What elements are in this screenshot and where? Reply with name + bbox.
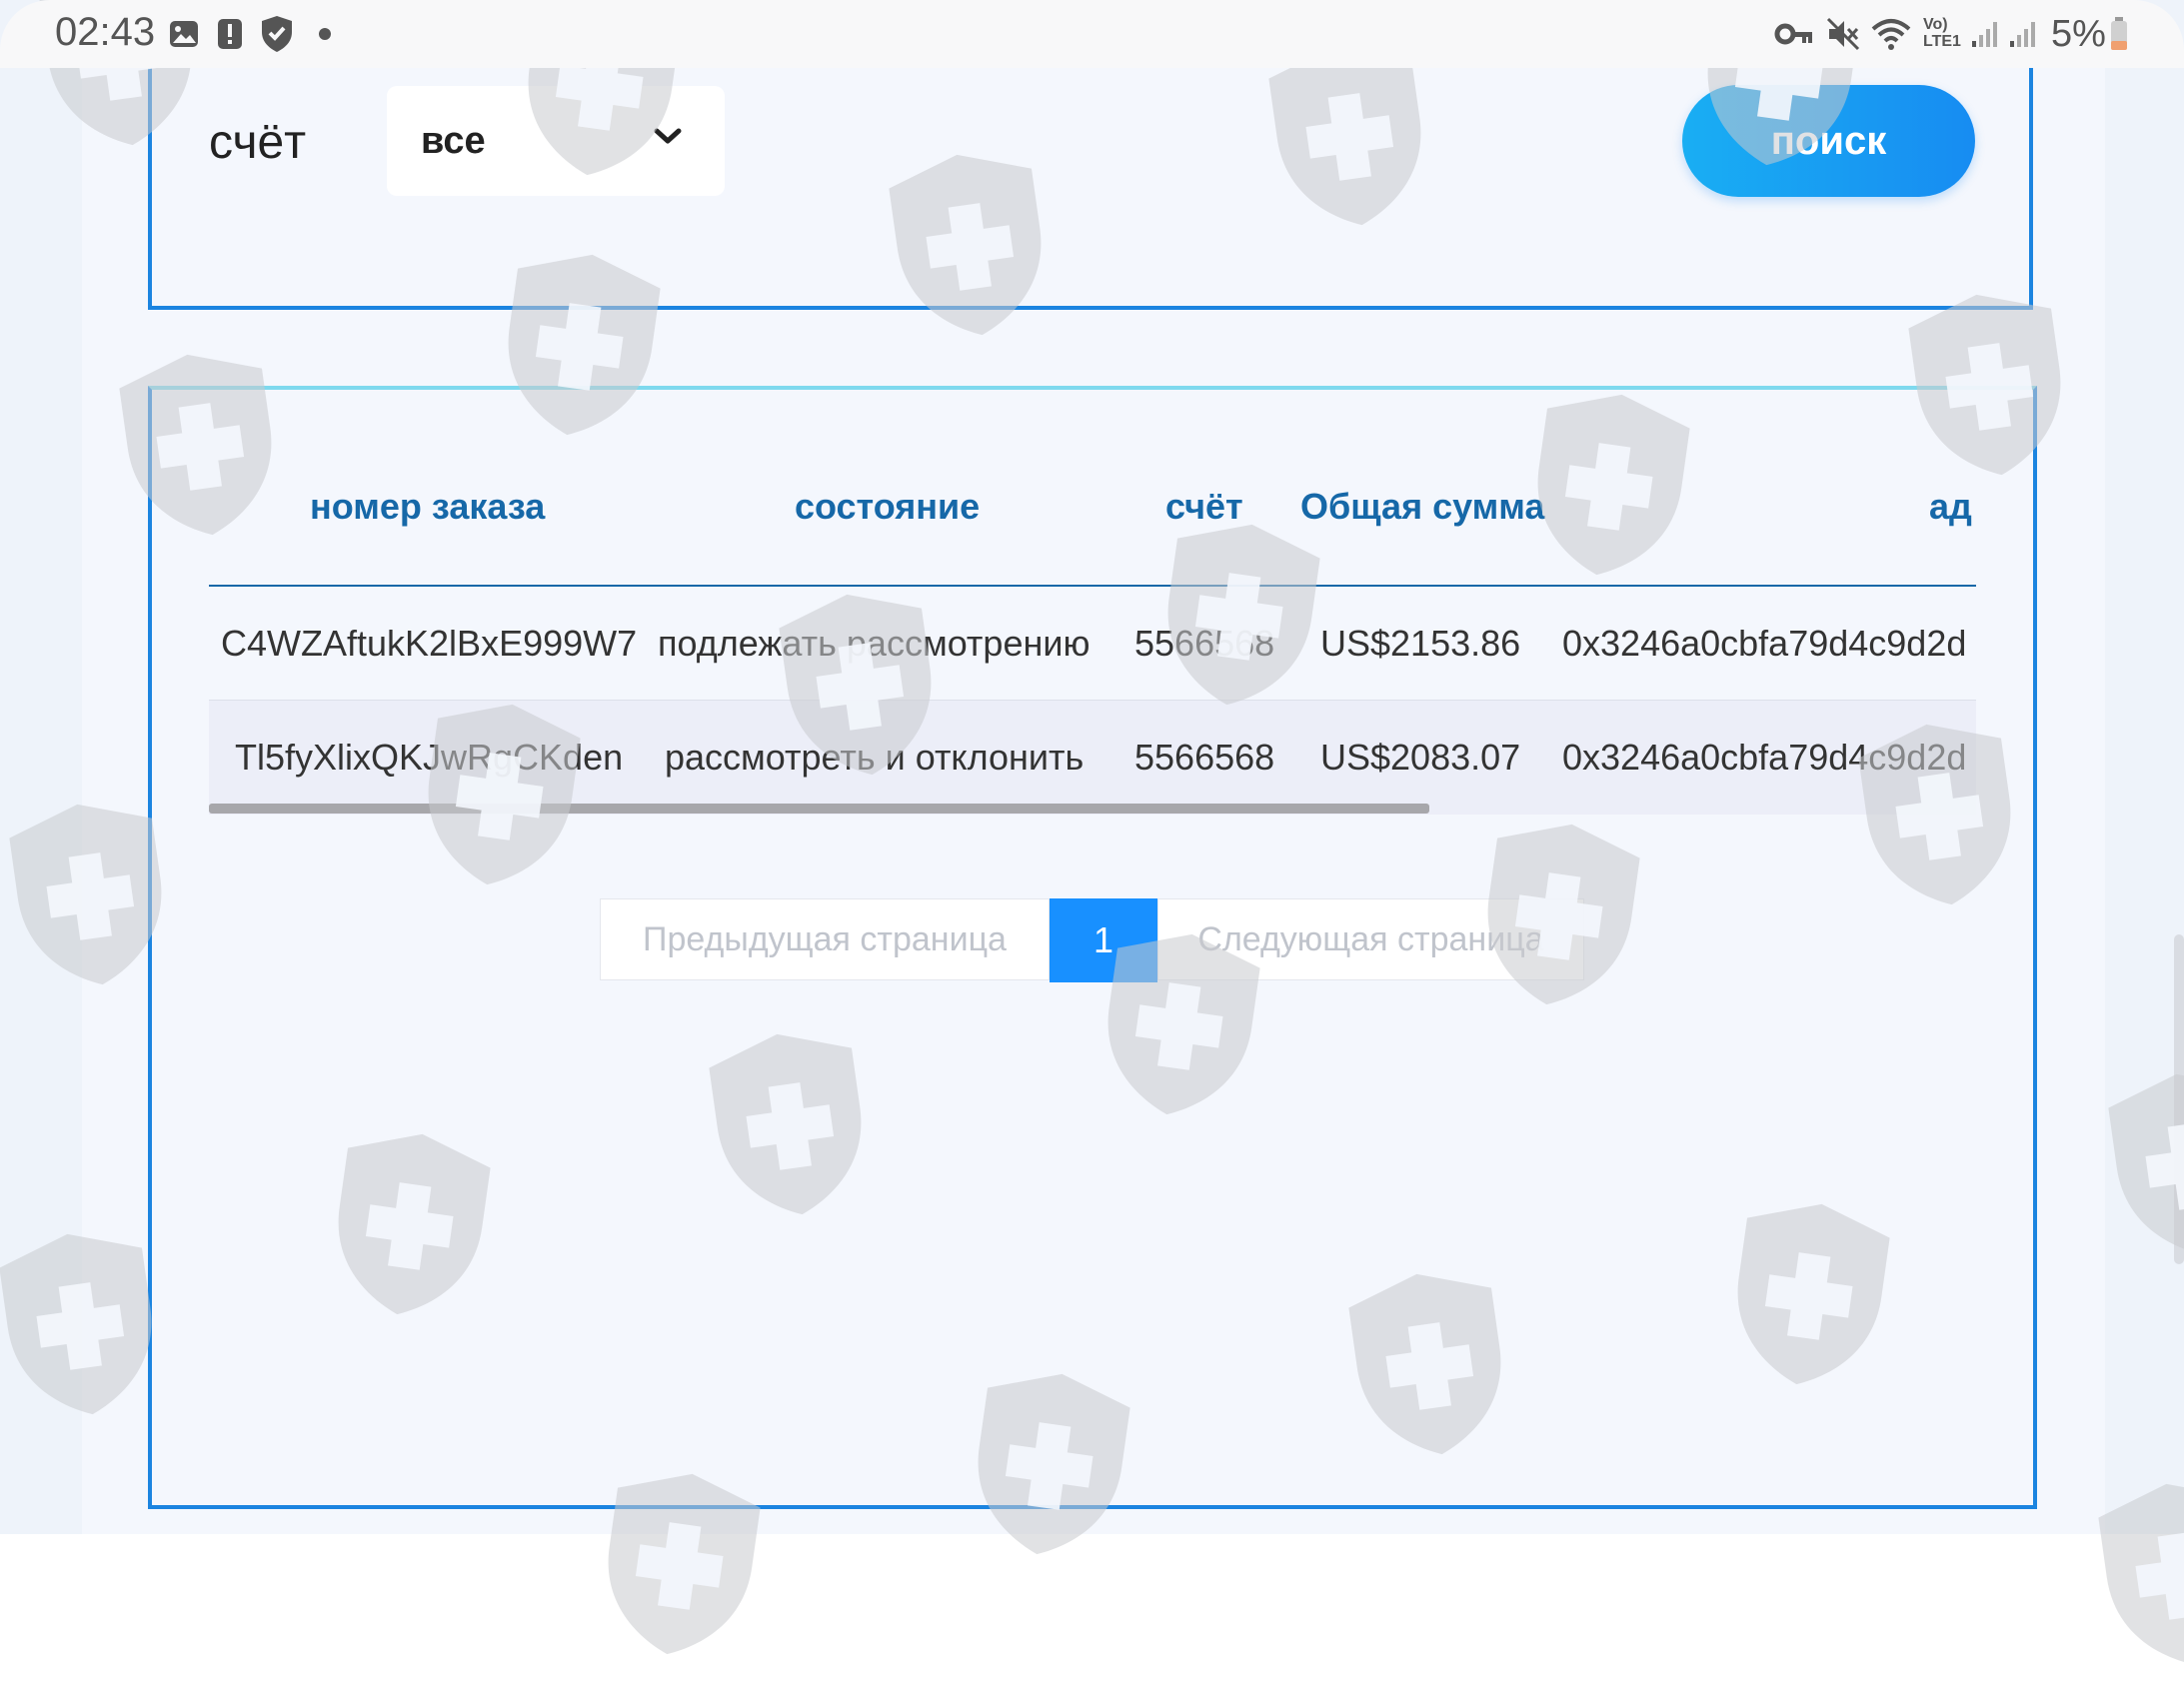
key-icon (1774, 16, 1814, 52)
battery-icon (2109, 16, 2129, 52)
horizontal-scrollbar[interactable] (209, 804, 1429, 814)
lte-bottom: LTE1 (1923, 33, 1961, 50)
account-select[interactable]: все (387, 86, 725, 196)
cell-order: Tl5fyXlixQKJwRgCKden (235, 737, 624, 778)
lte-indicator: Vo) LTE1 (1923, 16, 1961, 50)
chevron-down-icon (653, 126, 683, 151)
column-header-address[interactable]: ад (1929, 486, 1972, 528)
alert-icon (215, 16, 245, 52)
signal-icon-2 (2007, 16, 2039, 52)
account-select-value: все (421, 120, 486, 162)
status-bar: 02:43 Vo) LTE1 5% (0, 0, 2184, 68)
mute-icon (1825, 16, 1861, 52)
cell-address: 0x3246a0cbfa79d4c9d2d (1562, 737, 1967, 778)
side-panel-handle[interactable] (2174, 934, 2184, 1264)
battery-percent: 5% (2051, 13, 2106, 55)
wifi-icon (1869, 16, 1913, 52)
table-row[interactable]: C4WZAftukK2lBxE999W7 подлежать рассмотре… (209, 587, 1976, 701)
table-row[interactable]: Tl5fyXlixQKJwRgCKden рассмотреть и откло… (209, 701, 1976, 815)
pagination: Предыдущая страница 1 Следующая страница (600, 898, 1584, 982)
cell-address: 0x3246a0cbfa79d4c9d2d (1562, 623, 1967, 664)
cell-order: C4WZAftukK2lBxE999W7 (221, 623, 638, 664)
cell-account: 5566568 (1134, 737, 1275, 778)
right-edge (2105, 0, 2184, 1534)
page-1-button[interactable]: 1 (1050, 898, 1157, 982)
cell-account: 5566568 (1134, 623, 1275, 664)
cell-status: подлежать рассмотрению (658, 623, 1091, 664)
column-header-amount[interactable]: Общая сумма (1300, 486, 1544, 528)
signal-icon (1969, 16, 2001, 52)
account-filter-label: счёт (209, 116, 307, 169)
search-button[interactable]: поиск (1682, 85, 1975, 197)
orders-table: номер заказа состояние счёт Общая сумма … (209, 440, 1976, 820)
column-header-order[interactable]: номер заказа (310, 486, 545, 528)
column-header-status[interactable]: состояние (795, 486, 980, 528)
cell-status: рассмотреть и отклонить (665, 737, 1085, 778)
next-page-button[interactable]: Следующая страница (1157, 898, 1584, 980)
lte-top: Vo) (1923, 16, 1948, 33)
prev-page-button[interactable]: Предыдущая страница (600, 898, 1050, 980)
status-time: 02:43 (55, 10, 156, 54)
dot-icon (318, 16, 332, 52)
cell-amount: US$2153.86 (1320, 623, 1521, 664)
shield-check-icon (258, 16, 296, 52)
column-header-account[interactable]: счёт (1165, 486, 1243, 528)
cell-amount: US$2083.07 (1320, 737, 1521, 778)
gallery-icon (166, 16, 202, 52)
